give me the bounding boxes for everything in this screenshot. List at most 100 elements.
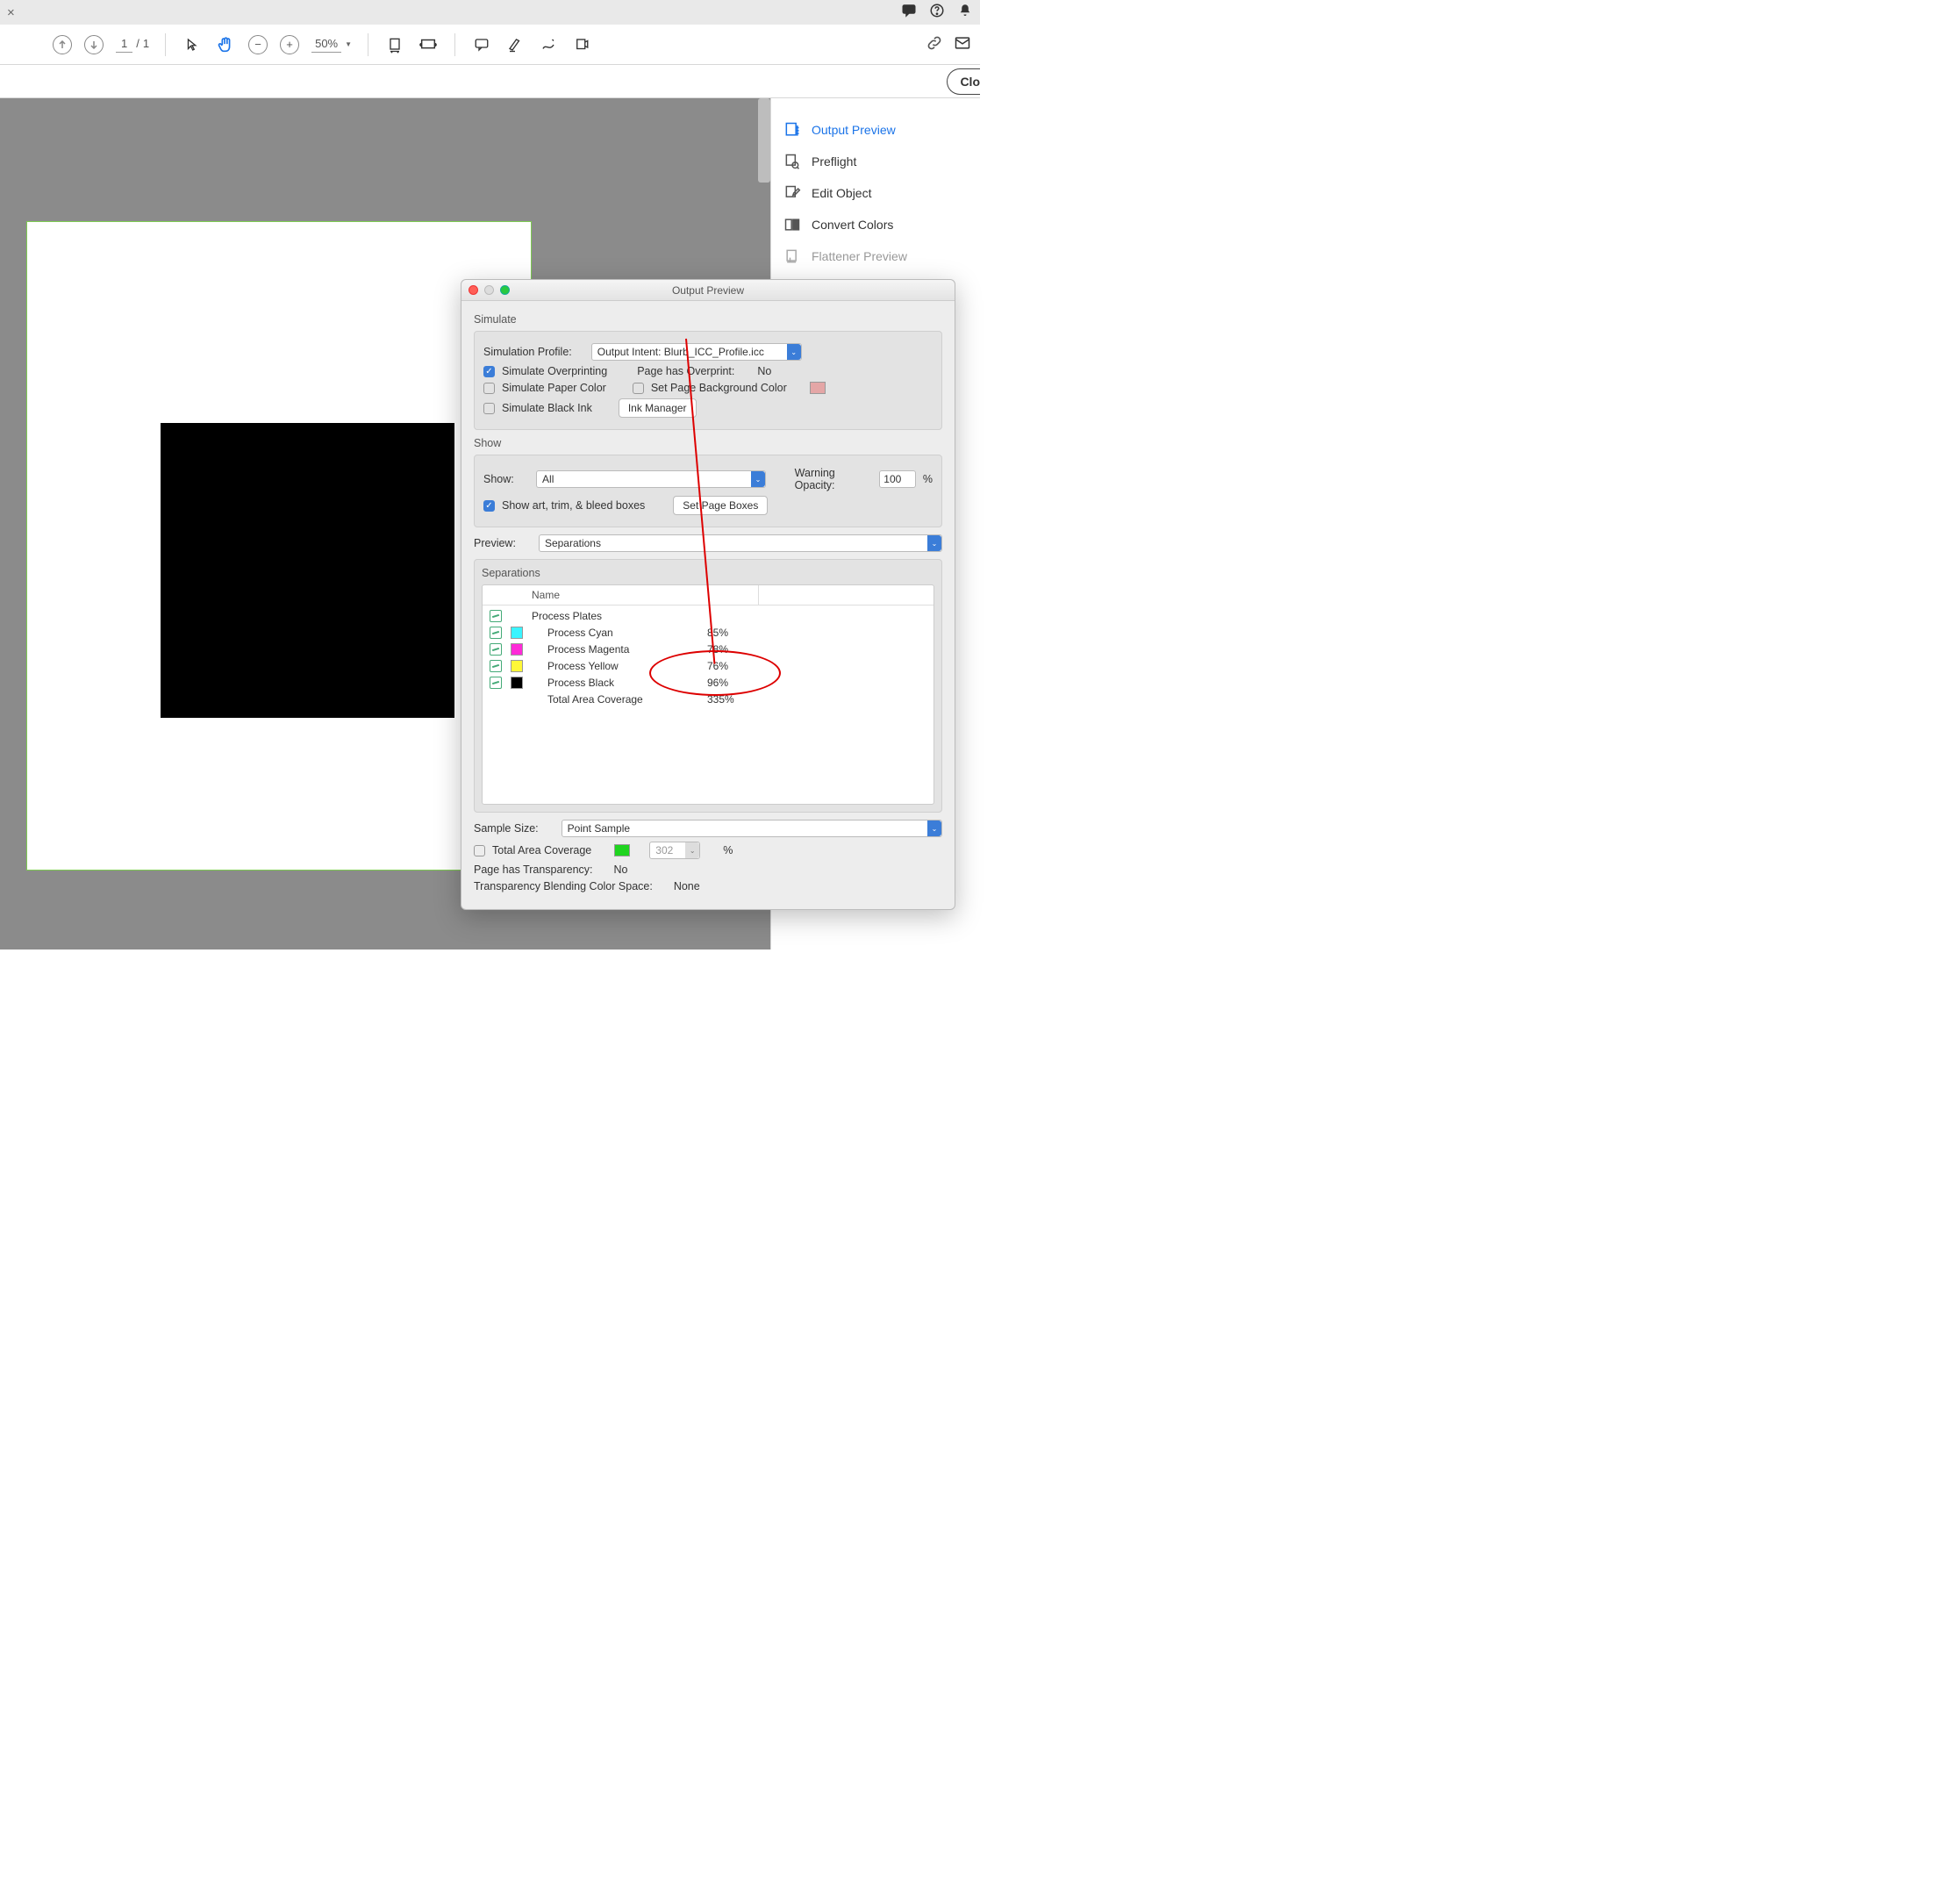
blend-space-value: None [674, 880, 700, 892]
show-dropdown[interactable]: All⌄ [536, 470, 766, 488]
notifications-icon[interactable] [957, 3, 973, 22]
separations-table: Name Process PlatesProcess Cyan85%Proces… [482, 584, 934, 805]
simulate-paper-color-label: Simulate Paper Color [502, 382, 606, 394]
separation-name: Process Magenta [532, 643, 698, 656]
dialog-title: Output Preview [461, 284, 955, 297]
set-bg-color-checkbox[interactable] [633, 383, 644, 394]
sample-size-label: Sample Size: [474, 822, 539, 835]
fit-page-icon[interactable] [418, 34, 439, 55]
next-page-down-button[interactable] [84, 35, 104, 54]
preview-label: Preview: [474, 537, 516, 549]
page-transparency-value: No [614, 864, 628, 876]
help-icon[interactable] [929, 3, 945, 22]
separations-heading: Separations [482, 567, 934, 579]
dialog-titlebar[interactable]: Output Preview [461, 280, 955, 301]
simulate-paper-color-checkbox[interactable] [483, 383, 495, 394]
tac-value-dropdown[interactable]: 302⌄ [649, 842, 700, 859]
selection-tool-icon[interactable] [182, 34, 203, 55]
simulate-heading: Simulate [474, 313, 942, 326]
draw-tool-icon[interactable] [538, 34, 559, 55]
separation-name: Process Plates [532, 610, 698, 622]
show-boxes-checkbox[interactable]: ✓ [483, 500, 495, 512]
ink-color-swatch [511, 627, 523, 639]
total-area-coverage-checkbox[interactable] [474, 845, 485, 856]
sidepanel-preflight[interactable]: Preflight [778, 146, 973, 177]
sample-size-dropdown[interactable]: Point Sample⌄ [562, 820, 942, 837]
sidepanel-item-label: Flattener Preview [812, 249, 907, 263]
warning-opacity-label: Warning Opacity: [795, 467, 873, 491]
separation-name: Process Black [532, 677, 698, 689]
comment-tool-icon[interactable] [471, 34, 492, 55]
sidepanel-convert-colors[interactable]: Convert Colors [778, 209, 973, 240]
page-total: 1 [143, 37, 149, 50]
simulation-profile-label: Simulation Profile: [483, 346, 572, 358]
separation-row[interactable]: Process Plates [483, 607, 934, 624]
sidepanel-item-label: Convert Colors [812, 218, 893, 232]
fit-width-icon[interactable] [384, 34, 405, 55]
page-sep: / [136, 37, 139, 50]
simulate-overprinting-label: Simulate Overprinting [502, 365, 607, 377]
comments-icon[interactable] [901, 3, 917, 22]
stamp-tool-icon[interactable] [571, 34, 592, 55]
separation-value: 335% [707, 693, 760, 706]
separation-row[interactable]: Process Magenta 78% [483, 641, 934, 657]
tac-swatch[interactable] [614, 844, 630, 856]
close-panel-button[interactable]: Clo [947, 68, 980, 95]
visibility-toggle-icon[interactable] [490, 660, 502, 672]
separation-value: 96% [707, 677, 760, 689]
main-toolbar: 1 / 1 − + 50% ▼ [0, 25, 980, 65]
visibility-toggle-icon[interactable] [490, 627, 502, 639]
sidepanel-item-label: Edit Object [812, 186, 871, 200]
percent-label: % [923, 473, 933, 485]
set-page-boxes-button[interactable]: Set Page Boxes [673, 496, 768, 515]
separation-row[interactable]: Process Black 96% [483, 674, 934, 691]
blend-space-label: Transparency Blending Color Space: [474, 880, 653, 892]
ink-manager-button[interactable]: Ink Manager [619, 398, 697, 418]
separation-row[interactable]: Total Area Coverage335% [483, 691, 934, 707]
tab-close-button[interactable]: × [7, 5, 15, 20]
show-boxes-label: Show art, trim, & bleed boxes [502, 499, 645, 512]
zoom-in-button[interactable]: + [280, 35, 299, 54]
page-transparency-label: Page has Transparency: [474, 864, 593, 876]
hand-tool-icon[interactable] [215, 34, 236, 55]
separation-value: 78% [707, 643, 760, 656]
email-tool-icon[interactable] [954, 34, 971, 54]
simulation-profile-dropdown[interactable]: Output Intent: Blurb_ICC_Profile.icc⌄ [591, 343, 802, 361]
separation-row[interactable]: Process Yellow76% [483, 657, 934, 674]
show-label: Show: [483, 473, 514, 485]
page-has-overprint-value: No [757, 365, 771, 377]
separation-name: Process Yellow [532, 660, 698, 672]
ink-color-swatch [511, 677, 523, 689]
separation-name: Process Cyan [532, 627, 698, 639]
separation-value: 85% [707, 627, 760, 639]
preview-dropdown[interactable]: Separations⌄ [539, 534, 942, 552]
sidepanel-flattener-preview[interactable]: Flattener Preview [778, 240, 973, 272]
separation-row[interactable]: Process Cyan 85% [483, 624, 934, 641]
tab-bar: × [0, 0, 980, 25]
zoom-dropdown[interactable]: 50% ▼ [311, 37, 352, 53]
vertical-scrollbar[interactable] [758, 98, 770, 183]
secondary-bar: Clo [0, 65, 980, 98]
warning-opacity-input[interactable]: 100 [879, 470, 916, 488]
total-area-coverage-label: Total Area Coverage [492, 844, 591, 856]
simulate-overprinting-checkbox[interactable]: ✓ [483, 366, 495, 377]
prev-page-up-button[interactable] [53, 35, 72, 54]
visibility-toggle-icon[interactable] [490, 677, 502, 689]
link-tool-icon[interactable] [926, 34, 943, 54]
visibility-toggle-icon[interactable] [490, 643, 502, 656]
output-preview-dialog: Output Preview Simulate Simulation Profi… [461, 279, 955, 910]
ink-color-swatch [511, 643, 523, 656]
zoom-out-button[interactable]: − [248, 35, 268, 54]
bg-color-swatch[interactable] [810, 382, 826, 394]
visibility-toggle-icon[interactable] [490, 610, 502, 622]
simulate-black-ink-label: Simulate Black Ink [502, 402, 592, 414]
page-content-black-rect [161, 423, 454, 718]
simulate-black-ink-checkbox[interactable] [483, 403, 495, 414]
percent-label: % [723, 844, 733, 856]
page-number-input[interactable]: 1 [116, 37, 132, 53]
sidepanel-output-preview[interactable]: Output Preview [778, 114, 973, 146]
page-has-overprint-label: Page has Overprint: [637, 365, 734, 377]
sidepanel-edit-object[interactable]: Edit Object [778, 177, 973, 209]
sidepanel-item-label: Preflight [812, 154, 856, 168]
highlight-tool-icon[interactable] [504, 34, 526, 55]
